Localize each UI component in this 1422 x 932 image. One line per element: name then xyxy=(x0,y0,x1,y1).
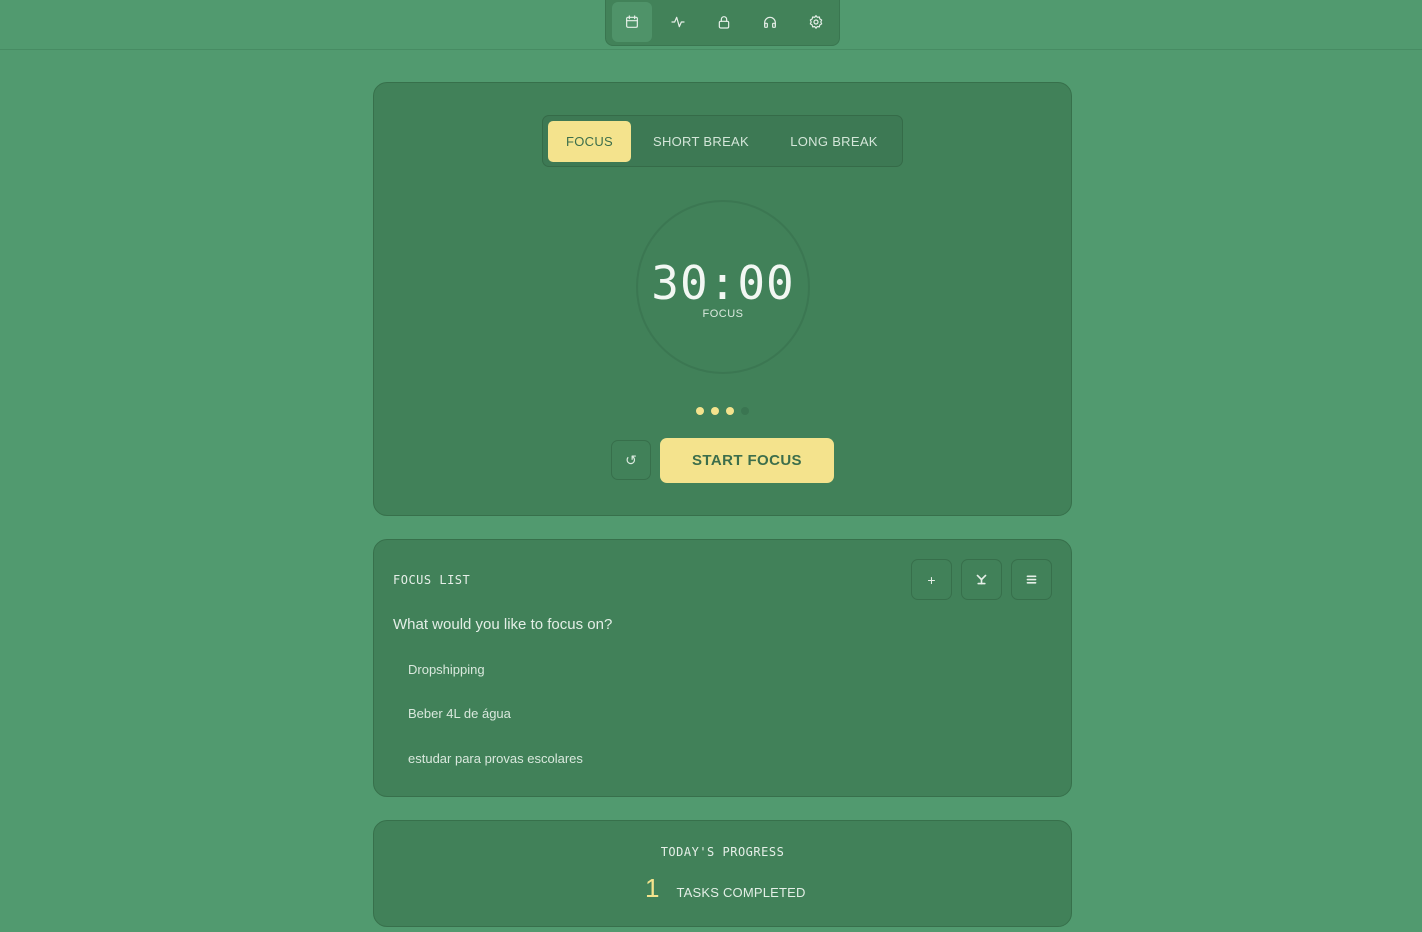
progress-row: 1 TASKS COMPLETED xyxy=(645,873,806,904)
focus-prompt: What would you like to focus on? xyxy=(393,616,613,633)
session-dot xyxy=(696,407,704,415)
reset-button[interactable]: ↺ xyxy=(611,440,651,480)
nav-settings-button[interactable] xyxy=(796,2,836,42)
list-item[interactable]: estudar para provas escolares xyxy=(408,751,583,766)
session-dot xyxy=(711,407,719,415)
top-bar xyxy=(0,0,1422,50)
focus-list-title: FOCUS LIST xyxy=(393,573,471,587)
timer-mode-label: FOCUS xyxy=(702,308,744,320)
list-item[interactable]: Beber 4L de água xyxy=(408,706,511,721)
gear-icon xyxy=(809,15,823,29)
reset-icon: ↺ xyxy=(625,451,637,468)
tab-short-break[interactable]: SHORT BREAK xyxy=(641,121,761,162)
list-menu-button[interactable] xyxy=(1011,559,1052,600)
menu-icon xyxy=(1026,575,1037,584)
timer-display: 30:00 xyxy=(651,256,795,310)
headphones-icon xyxy=(764,16,776,28)
start-focus-button[interactable]: START FOCUS xyxy=(660,438,834,483)
nav-headphones-button[interactable] xyxy=(750,2,790,42)
sweep-icon xyxy=(976,574,987,585)
nav-lock-button[interactable] xyxy=(704,2,744,42)
mode-switcher: FOCUS SHORT BREAK LONG BREAK xyxy=(542,115,903,167)
list-item[interactable]: Dropshipping xyxy=(408,662,485,677)
session-dots xyxy=(696,407,749,415)
nav-activity-button[interactable] xyxy=(658,2,698,42)
tasks-completed-count: 1 xyxy=(645,873,660,903)
top-nav xyxy=(605,0,840,46)
clear-completed-button[interactable] xyxy=(961,559,1002,600)
tab-long-break[interactable]: LONG BREAK xyxy=(771,121,897,162)
activity-icon xyxy=(671,16,685,28)
session-dot xyxy=(741,407,749,415)
session-dot xyxy=(726,407,734,415)
timer-card: FOCUS SHORT BREAK LONG BREAK 30:00 FOCUS… xyxy=(373,82,1072,516)
nav-calendar-button[interactable] xyxy=(612,2,652,42)
timer-ring: 30:00 FOCUS xyxy=(636,200,810,374)
lock-icon xyxy=(718,16,730,29)
calendar-icon xyxy=(626,15,638,28)
progress-card: TODAY'S PROGRESS 1 TASKS COMPLETED xyxy=(373,820,1072,927)
tasks-completed-label: TASKS COMPLETED xyxy=(676,885,806,900)
focus-list-card: FOCUS LIST + What would you like to focu… xyxy=(373,539,1072,797)
tab-focus[interactable]: FOCUS xyxy=(548,121,631,162)
add-task-button[interactable]: + xyxy=(911,559,952,600)
plus-icon: + xyxy=(927,571,936,588)
progress-title: TODAY'S PROGRESS xyxy=(660,845,785,859)
